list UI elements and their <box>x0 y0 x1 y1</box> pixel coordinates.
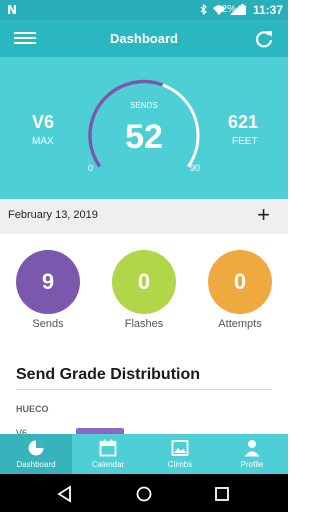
attempts-summary: 0 Attempts <box>208 250 272 330</box>
nav-profile-label: Profile <box>240 460 264 469</box>
feet-value: 621 <box>228 112 259 132</box>
nav-climbs-label: Climbs <box>167 460 193 469</box>
nav-calendar-label: Calendar <box>91 460 125 469</box>
refresh-icon[interactable] <box>254 29 274 49</box>
nav-calendar[interactable]: Calendar <box>72 434 144 474</box>
status-bar: N 82% 11:37 <box>0 0 288 20</box>
bluetooth-icon <box>200 4 207 15</box>
feet-label: FEET <box>232 136 258 147</box>
scale-group-label: HUECO <box>16 404 49 414</box>
attempts-count-circle[interactable]: 0 <box>208 250 272 314</box>
back-icon[interactable] <box>56 485 74 503</box>
section-title: Send Grade Distribution <box>16 366 201 383</box>
page-title: Dashboard <box>110 31 178 46</box>
sends-count-label: Sends <box>32 318 64 330</box>
gauge-min-label: 0 <box>88 163 94 173</box>
nav-dashboard-label: Dashboard <box>16 460 56 469</box>
flashes-count-label: Flashes <box>124 318 164 330</box>
app-bar: Dashboard <box>0 20 288 57</box>
max-grade-value: V6 <box>32 112 55 132</box>
recents-icon[interactable] <box>213 485 231 503</box>
pie-chart-icon <box>28 440 44 456</box>
sends-count-circle[interactable]: 9 <box>16 250 80 314</box>
gauge-label: SENDS <box>130 101 158 110</box>
home-icon[interactable] <box>135 485 153 503</box>
sends-summary: 9 Sends <box>16 250 80 330</box>
attempts-count-label: Attempts <box>218 318 262 330</box>
clock: 11:37 <box>252 3 283 17</box>
add-button[interactable]: + <box>257 203 270 227</box>
gauge-value: 52 <box>125 118 163 156</box>
nav-profile[interactable]: Profile <box>216 434 288 474</box>
nav-dashboard[interactable]: Dashboard <box>0 434 72 474</box>
gauge-max-label: 90 <box>189 163 200 173</box>
flashes-count-circle[interactable]: 0 <box>112 250 176 314</box>
image-icon <box>171 440 189 456</box>
section-divider <box>16 389 272 390</box>
battery-icon <box>239 4 246 15</box>
date-row: February 13, 2019 + <box>0 199 288 234</box>
battery-percent: 82% <box>215 4 236 15</box>
person-icon <box>244 440 260 457</box>
calendar-icon <box>99 439 117 457</box>
bottom-nav: Dashboard Calendar Climbs Profile <box>0 434 288 474</box>
stats-hero: V6 MAX SENDS 52 0 90 621 FEET <box>0 57 288 199</box>
date-label[interactable]: February 13, 2019 <box>8 209 98 221</box>
nav-climbs[interactable]: Climbs <box>144 434 216 474</box>
notification-n-icon: N <box>7 3 18 17</box>
system-nav-bar <box>0 474 288 512</box>
sends-gauge: SENDS 52 0 90 <box>84 75 204 185</box>
max-grade-label: MAX <box>32 136 54 147</box>
flashes-summary: 0 Flashes <box>112 250 176 330</box>
